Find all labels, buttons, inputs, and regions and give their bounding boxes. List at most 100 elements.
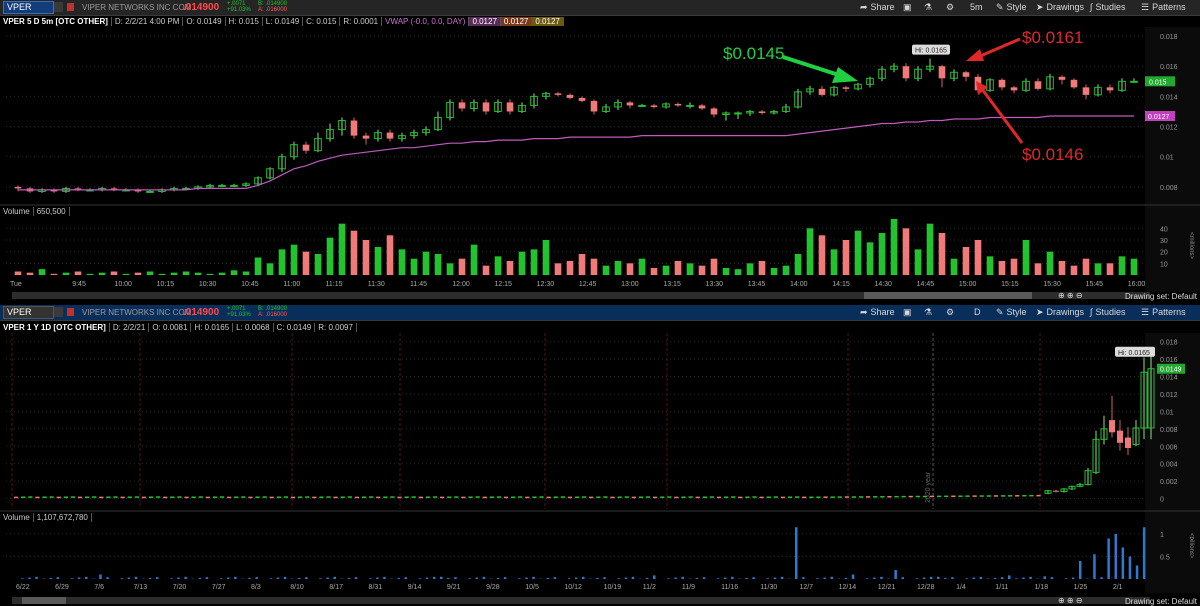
chart1-volume-bar [122, 273, 130, 275]
patterns-button[interactable]: ☰ Patterns [1141, 2, 1186, 13]
chart2-candle-body [539, 496, 544, 498]
chart1-volume-bar [290, 244, 298, 275]
chart2-candle-body [915, 495, 920, 498]
chart2-candle-body [447, 496, 452, 498]
chart2-volume-bar [880, 576, 883, 579]
chart2-volume-bar [929, 576, 933, 579]
studies-button[interactable]: ∫ Studies [1090, 2, 1126, 13]
chart2-range: R: 0.0097 [315, 323, 357, 332]
chart2-volume-bar [276, 577, 280, 579]
chart2-candle-body [624, 496, 629, 498]
chart2-volume-bar [617, 578, 620, 579]
link-color-icon[interactable] [67, 308, 74, 316]
chart2-candle-body [120, 496, 125, 499]
chart2-close: C: 0.0149 [273, 323, 316, 332]
chart2-drawing-set[interactable]: Drawing set: Default [1125, 597, 1197, 606]
chart1-y-tick: 0.008 [1160, 185, 1178, 192]
chart2-volume-bar [780, 576, 784, 579]
symbol-input-2[interactable]: VPER [3, 306, 54, 319]
chart2-candle-body [312, 496, 317, 499]
chart1-volume-bar [734, 269, 742, 275]
chart1-candle-body [902, 66, 910, 79]
chart2-volume-bar [21, 578, 24, 579]
chart1-vol-tick: 30 [1160, 238, 1168, 245]
studies-button-2[interactable]: ∫ Studies [1090, 307, 1126, 318]
timeframe-button[interactable]: 5m [970, 2, 983, 13]
patterns-icon: ☰ [1141, 2, 1150, 12]
chart2-scrollbar[interactable] [12, 597, 1150, 604]
chart2-volume-bar [979, 576, 983, 579]
chart1-volume-bar [938, 233, 946, 275]
chart1-candle-body [482, 102, 490, 112]
chart2-volume-bar [1043, 576, 1046, 579]
chart2-low: L: 0.0068 [233, 323, 274, 332]
drawings-button-2[interactable]: ➤ Drawings [1036, 307, 1084, 318]
chart2-volume-bar [184, 576, 187, 579]
chevron-down-icon[interactable] [54, 307, 63, 317]
bid-ask: B: .014900 A: .016000 [258, 1, 288, 13]
style-button-2[interactable]: ✎ Style [996, 307, 1027, 318]
screenshot-icon[interactable]: ▣ [903, 2, 912, 13]
chart1-candle-body [758, 111, 766, 113]
last-price-2: .014900 [183, 307, 220, 318]
chart2-x-tick: 1/18 [1034, 584, 1048, 591]
chart1-volume-bar [170, 272, 178, 275]
chart2-candle-body [134, 496, 139, 498]
chart2-candle-body [738, 496, 743, 499]
chart2-volume-bar [1107, 538, 1110, 579]
style-icon: ✎ [996, 307, 1004, 317]
chart2-volume-bar [532, 576, 535, 579]
chart1-drawing-set[interactable]: Drawing set: Default [1125, 292, 1197, 301]
chart1-candle-body [458, 102, 466, 109]
share-button[interactable]: ➦ Share [860, 2, 895, 13]
chart2-candle-body [369, 496, 374, 498]
chart1-volume-bar [182, 271, 190, 275]
timeframe-button-2[interactable]: D [974, 307, 981, 318]
chart2-candle-body [234, 496, 239, 498]
chart1-scroll-thumb[interactable] [864, 292, 1032, 299]
chart2-candle-body [724, 496, 729, 498]
chart2-candle-body [191, 496, 196, 498]
chart2-candle-body [290, 496, 296, 499]
symbol-input[interactable]: VPER [3, 1, 54, 14]
chart1-x-tick: 12:15 [494, 281, 512, 288]
chart2-candle-body [645, 496, 651, 498]
chart1-x-tick: 12:45 [579, 281, 597, 288]
share-button-2[interactable]: ➦ Share [860, 307, 895, 318]
chart2-x-tick: 1/4 [956, 584, 966, 591]
flask-icon[interactable]: ⚗ [924, 307, 932, 318]
chart2-x-tick: 11/9 [682, 584, 695, 591]
chart2-volume-bar [525, 577, 528, 579]
chart1-candle-body [230, 184, 238, 187]
chart2-volume-bar [227, 577, 230, 579]
patterns-button-2[interactable]: ☰ Patterns [1141, 307, 1186, 318]
chart2-volume-bar [333, 576, 336, 579]
chart2-candle-body [99, 496, 104, 499]
link-color-icon[interactable] [67, 3, 74, 11]
chart2-candle-body [986, 495, 991, 497]
chevron-down-icon[interactable] [54, 2, 63, 12]
drawings-button[interactable]: ➤ Drawings [1036, 2, 1084, 13]
chart2-zoom-controls[interactable]: ⊕ ⊕ ⊖ [1058, 596, 1083, 605]
chart2-candle-body [858, 496, 864, 498]
intraday-chart[interactable]: 0.018 0.016 0.014 0.012 0.01 0.008 0.015 0.0127… [0, 27, 1200, 292]
gear-icon[interactable]: ⚙ [946, 2, 954, 13]
chart1-volume-bar [566, 261, 574, 275]
chart2-volume-bar [745, 577, 748, 579]
chart2-candle-body [35, 496, 40, 499]
chart2-scroll-thumb[interactable] [22, 597, 66, 604]
chart1-zoom-controls[interactable]: ⊕ ⊕ ⊖ [1058, 291, 1083, 300]
daily-chart[interactable]: 0.018 0.016 0.014 0.012 0.01 0.008 0.006 0.004 0… [0, 333, 1200, 593]
chart1-volume-bar [1118, 256, 1126, 275]
chart2-volume-bar [546, 577, 549, 579]
chart1-volume-bar [458, 258, 466, 275]
chart2-volume-bar [326, 577, 329, 579]
chart2-candle-body [965, 495, 970, 497]
chart2-volume-bar [695, 577, 699, 579]
flask-icon[interactable]: ⚗ [924, 2, 932, 13]
gear-icon[interactable]: ⚙ [946, 307, 954, 318]
style-button[interactable]: ✎ Style [996, 2, 1027, 13]
chart2-candle-body [411, 496, 416, 498]
chart2-candle-body [688, 496, 693, 498]
screenshot-icon[interactable]: ▣ [903, 307, 912, 318]
